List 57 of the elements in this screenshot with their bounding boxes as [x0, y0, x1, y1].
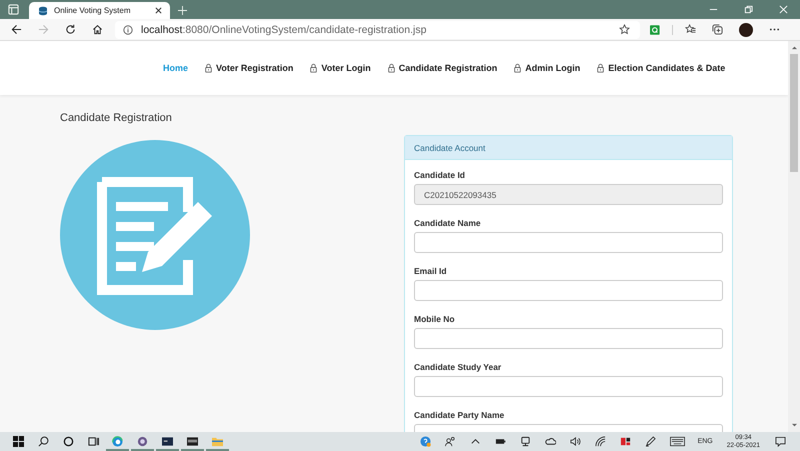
restore-icon[interactable] — [744, 5, 753, 14]
field-label: Mobile No — [414, 314, 456, 324]
favorites-icon[interactable] — [684, 24, 696, 35]
field-label: Candidate Id — [414, 170, 466, 180]
task-view-icon[interactable] — [88, 436, 99, 447]
people-icon[interactable] — [444, 436, 456, 447]
close-icon[interactable] — [155, 7, 162, 14]
tab-actions-icon[interactable] — [8, 4, 19, 15]
input-field[interactable] — [414, 376, 723, 397]
scroll-down-icon[interactable] — [790, 423, 798, 428]
nav-link[interactable]: Election Candidates & Date — [597, 63, 726, 73]
scrollbar-thumb[interactable] — [790, 54, 798, 172]
star-icon[interactable] — [619, 24, 630, 35]
search-icon[interactable] — [38, 436, 49, 447]
browser-icon — [112, 436, 123, 446]
page-title: Candidate Registration — [60, 112, 173, 124]
field-label: Candidate Study Year — [414, 362, 502, 372]
info-icon — [123, 24, 133, 34]
field-label: Candidate Name — [414, 218, 482, 228]
registration-form-icon — [60, 140, 250, 330]
panel-title: Candidate Account — [405, 136, 732, 160]
back-arrow-icon[interactable] — [11, 24, 22, 35]
circle-icon[interactable] — [63, 436, 74, 447]
cloud-icon[interactable] — [544, 436, 556, 447]
terminal-icon — [162, 436, 173, 446]
nav-link[interactable]: Voter Login — [310, 63, 371, 73]
new-tab-icon[interactable] — [178, 6, 187, 15]
notification-icon[interactable] — [775, 436, 786, 447]
pen-icon[interactable] — [644, 436, 656, 447]
help-icon[interactable] — [420, 436, 431, 447]
scrollbar[interactable] — [788, 41, 800, 432]
extension-icon[interactable] — [650, 24, 660, 34]
battery-icon[interactable] — [494, 436, 506, 447]
folder-icon — [212, 436, 223, 446]
database-icon — [38, 6, 48, 16]
field-label: Candidate Party Name — [414, 410, 506, 420]
input-field[interactable] — [414, 280, 723, 301]
nav-link[interactable]: Voter Registration — [205, 63, 294, 73]
input-field[interactable] — [414, 328, 723, 349]
collections-icon[interactable] — [712, 24, 723, 35]
field-label: Email Id — [414, 266, 448, 276]
scroll-up-icon[interactable] — [790, 45, 798, 50]
browser-tab[interactable]: Online Voting System — [29, 2, 170, 19]
windows-start-icon[interactable] — [13, 436, 24, 447]
refresh-icon[interactable] — [65, 24, 76, 35]
keyboard-icon[interactable] — [670, 436, 685, 447]
terminal-icon — [187, 436, 198, 446]
webcam-icon[interactable] — [520, 436, 531, 447]
profile-avatar[interactable] — [738, 22, 753, 36]
app-tray-icon[interactable] — [620, 436, 631, 447]
home-icon[interactable] — [92, 24, 103, 35]
address-bar[interactable]: localhost:8080/OnlineVotingSystem/candidate-registration.jsp — [115, 20, 640, 38]
speaker-icon[interactable] — [570, 436, 581, 447]
nav-link[interactable]: Admin Login — [514, 63, 580, 73]
input-field[interactable] — [414, 232, 723, 253]
wifi-icon[interactable] — [594, 436, 606, 447]
nav-link[interactable]: Candidate Registration — [388, 63, 498, 73]
